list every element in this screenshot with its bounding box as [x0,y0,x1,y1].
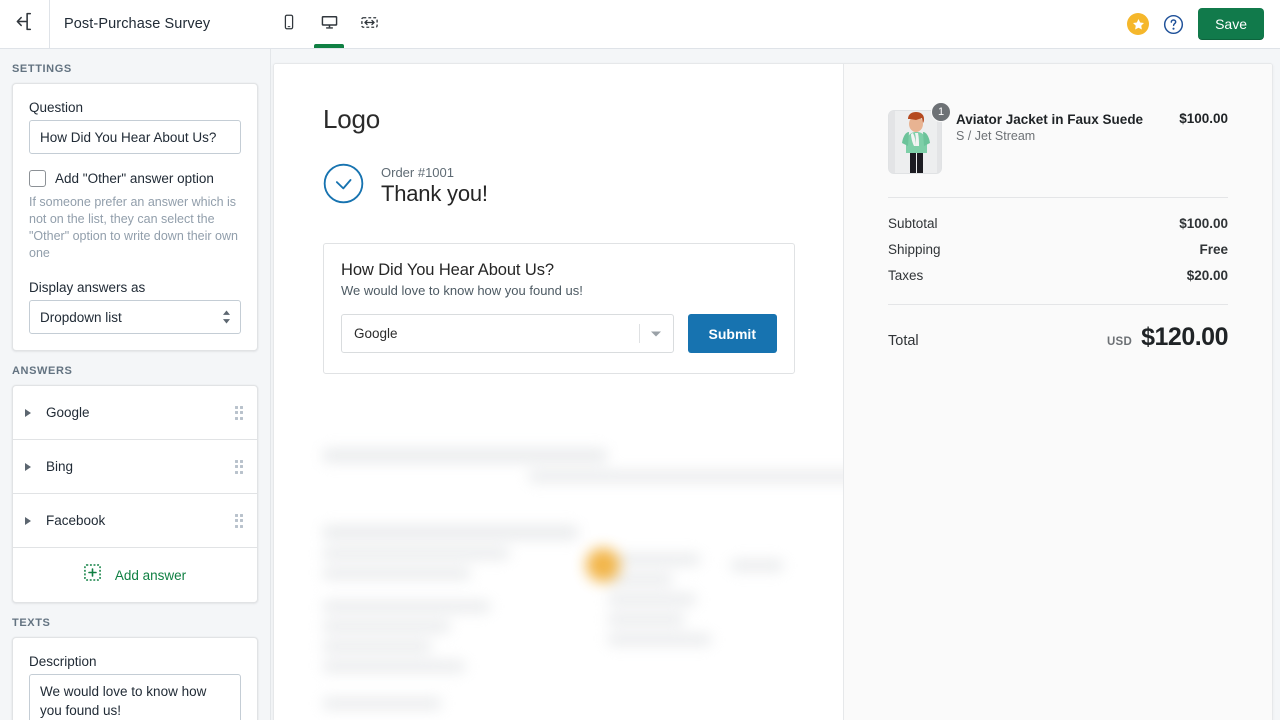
star-icon[interactable] [1127,13,1150,35]
survey-subtitle: We would love to know how you found us! [341,283,583,298]
summary-value: $20.00 [1186,268,1228,283]
summary-row-subtotal: Subtotal $100.00 [888,216,1228,231]
device-tab-full-width[interactable] [352,0,386,48]
display-as-label: Display answers as [29,280,146,295]
back-button[interactable] [0,0,50,48]
total-value: $120.00 [1141,323,1228,351]
answer-label: Bing [46,459,74,474]
summary-row-taxes: Taxes $20.00 [888,268,1228,283]
answers-section-label: ANSWERS [12,365,73,377]
submit-button[interactable]: Submit [687,314,777,353]
add-answer-label: Add answer [114,567,187,583]
summary-value: Free [1199,242,1228,257]
stepper-caret-icon [222,310,231,324]
display-as-select[interactable]: Dropdown list [29,300,241,334]
drag-handle-icon[interactable] [234,405,243,420]
description-textarea[interactable] [29,674,241,720]
order-number: Order #1001 [381,165,454,180]
answer-label: Google [46,405,90,420]
blurred-order-details [323,449,843,718]
order-line-item: 1 Aviator Jacket in Faux Suede S / Jet S… [888,102,1228,174]
drag-handle-icon[interactable] [234,459,243,474]
save-button[interactable]: Save [1198,8,1264,40]
device-preview-tabs [272,0,386,48]
preview-card: Logo Order #1001 Thank you! How Did You … [273,63,1273,720]
settings-section-label: SETTINGS [12,63,72,75]
settings-card: Question Add "Other" answer option If so… [12,83,258,351]
add-answer-button[interactable]: Add answer [13,548,257,602]
other-option-label[interactable]: Add "Other" answer option [55,171,214,186]
answers-card: Google Bing Facebook Add answer [12,385,258,603]
texts-card: Description [12,637,258,720]
blurred-payment-details [586,548,803,654]
logo-placeholder: Logo [323,104,381,134]
thank-you-heading: Thank you! [381,181,488,206]
disclosure-triangle-icon[interactable] [25,462,31,471]
chevron-down-icon [650,331,661,336]
top-bar-actions: Save [1127,0,1264,48]
mobile-icon [280,13,298,36]
thank-you-panel: Logo Order #1001 Thank you! How Did You … [274,64,844,720]
other-option-row[interactable]: Add "Other" answer option [29,170,241,187]
display-as-value: Dropdown list [40,309,122,325]
survey-answer-value: Google [354,326,398,341]
question-input[interactable] [29,120,241,154]
desktop-icon [320,13,339,37]
answer-label: Facebook [46,513,106,528]
drag-handle-icon[interactable] [234,513,243,528]
device-tab-desktop[interactable] [312,0,346,48]
help-question-icon[interactable] [1163,14,1184,35]
summary-label: Shipping [888,242,941,257]
check-circle-icon [323,163,364,209]
device-tab-mobile[interactable] [272,0,306,48]
summary-label: Taxes [888,268,924,283]
survey-controls: Google Submit [341,314,777,353]
page-title: Post-Purchase Survey [64,16,211,32]
texts-section-label: TEXTS [12,617,51,629]
divider [888,304,1228,305]
description-label: Description [29,654,97,669]
product-variant: S / Jet Stream [956,129,1036,143]
product-thumbnail-wrap: 1 [888,102,951,174]
order-summary-panel: 1 Aviator Jacket in Faux Suede S / Jet S… [844,64,1272,720]
quantity-badge: 1 [931,102,951,122]
answer-row-facebook[interactable]: Facebook [13,494,257,548]
disclosure-triangle-icon[interactable] [25,516,31,525]
settings-sidebar: SETTINGS Question Add "Other" answer opt… [0,49,271,720]
product-price: $100.00 [1179,111,1228,126]
summary-value: $100.00 [1179,216,1228,231]
full-width-icon [360,13,379,37]
other-option-checkbox[interactable] [29,170,46,187]
top-bar: Post-Purchase Survey Save [0,0,1280,49]
answer-row-bing[interactable]: Bing [13,440,257,494]
currency-code: USD [1106,336,1133,348]
divider [888,197,1228,198]
other-option-helper-text: If someone prefer an answer which is not… [29,195,238,260]
survey-block: How Did You Hear About Us? We would love… [323,243,795,374]
summary-row-total: Total USD $120.00 [888,323,1228,352]
product-name: Aviator Jacket in Faux Suede [956,112,1144,127]
summary-row-shipping: Shipping Free [888,242,1228,257]
order-confirmation-header: Order #1001 Thank you! [323,163,795,209]
question-label: Question [29,100,84,115]
disclosure-triangle-icon[interactable] [25,408,31,417]
add-square-icon [84,564,101,586]
dropdown-divider [638,324,640,343]
back-arrow-icon [14,11,35,37]
survey-question: How Did You Hear About Us? [341,261,554,279]
answer-row-google[interactable]: Google [13,386,257,440]
summary-label: Subtotal [888,216,938,231]
survey-answer-dropdown[interactable]: Google [341,314,674,353]
preview-stage: Logo Order #1001 Thank you! How Did You … [271,49,1280,720]
total-label: Total [888,333,919,349]
